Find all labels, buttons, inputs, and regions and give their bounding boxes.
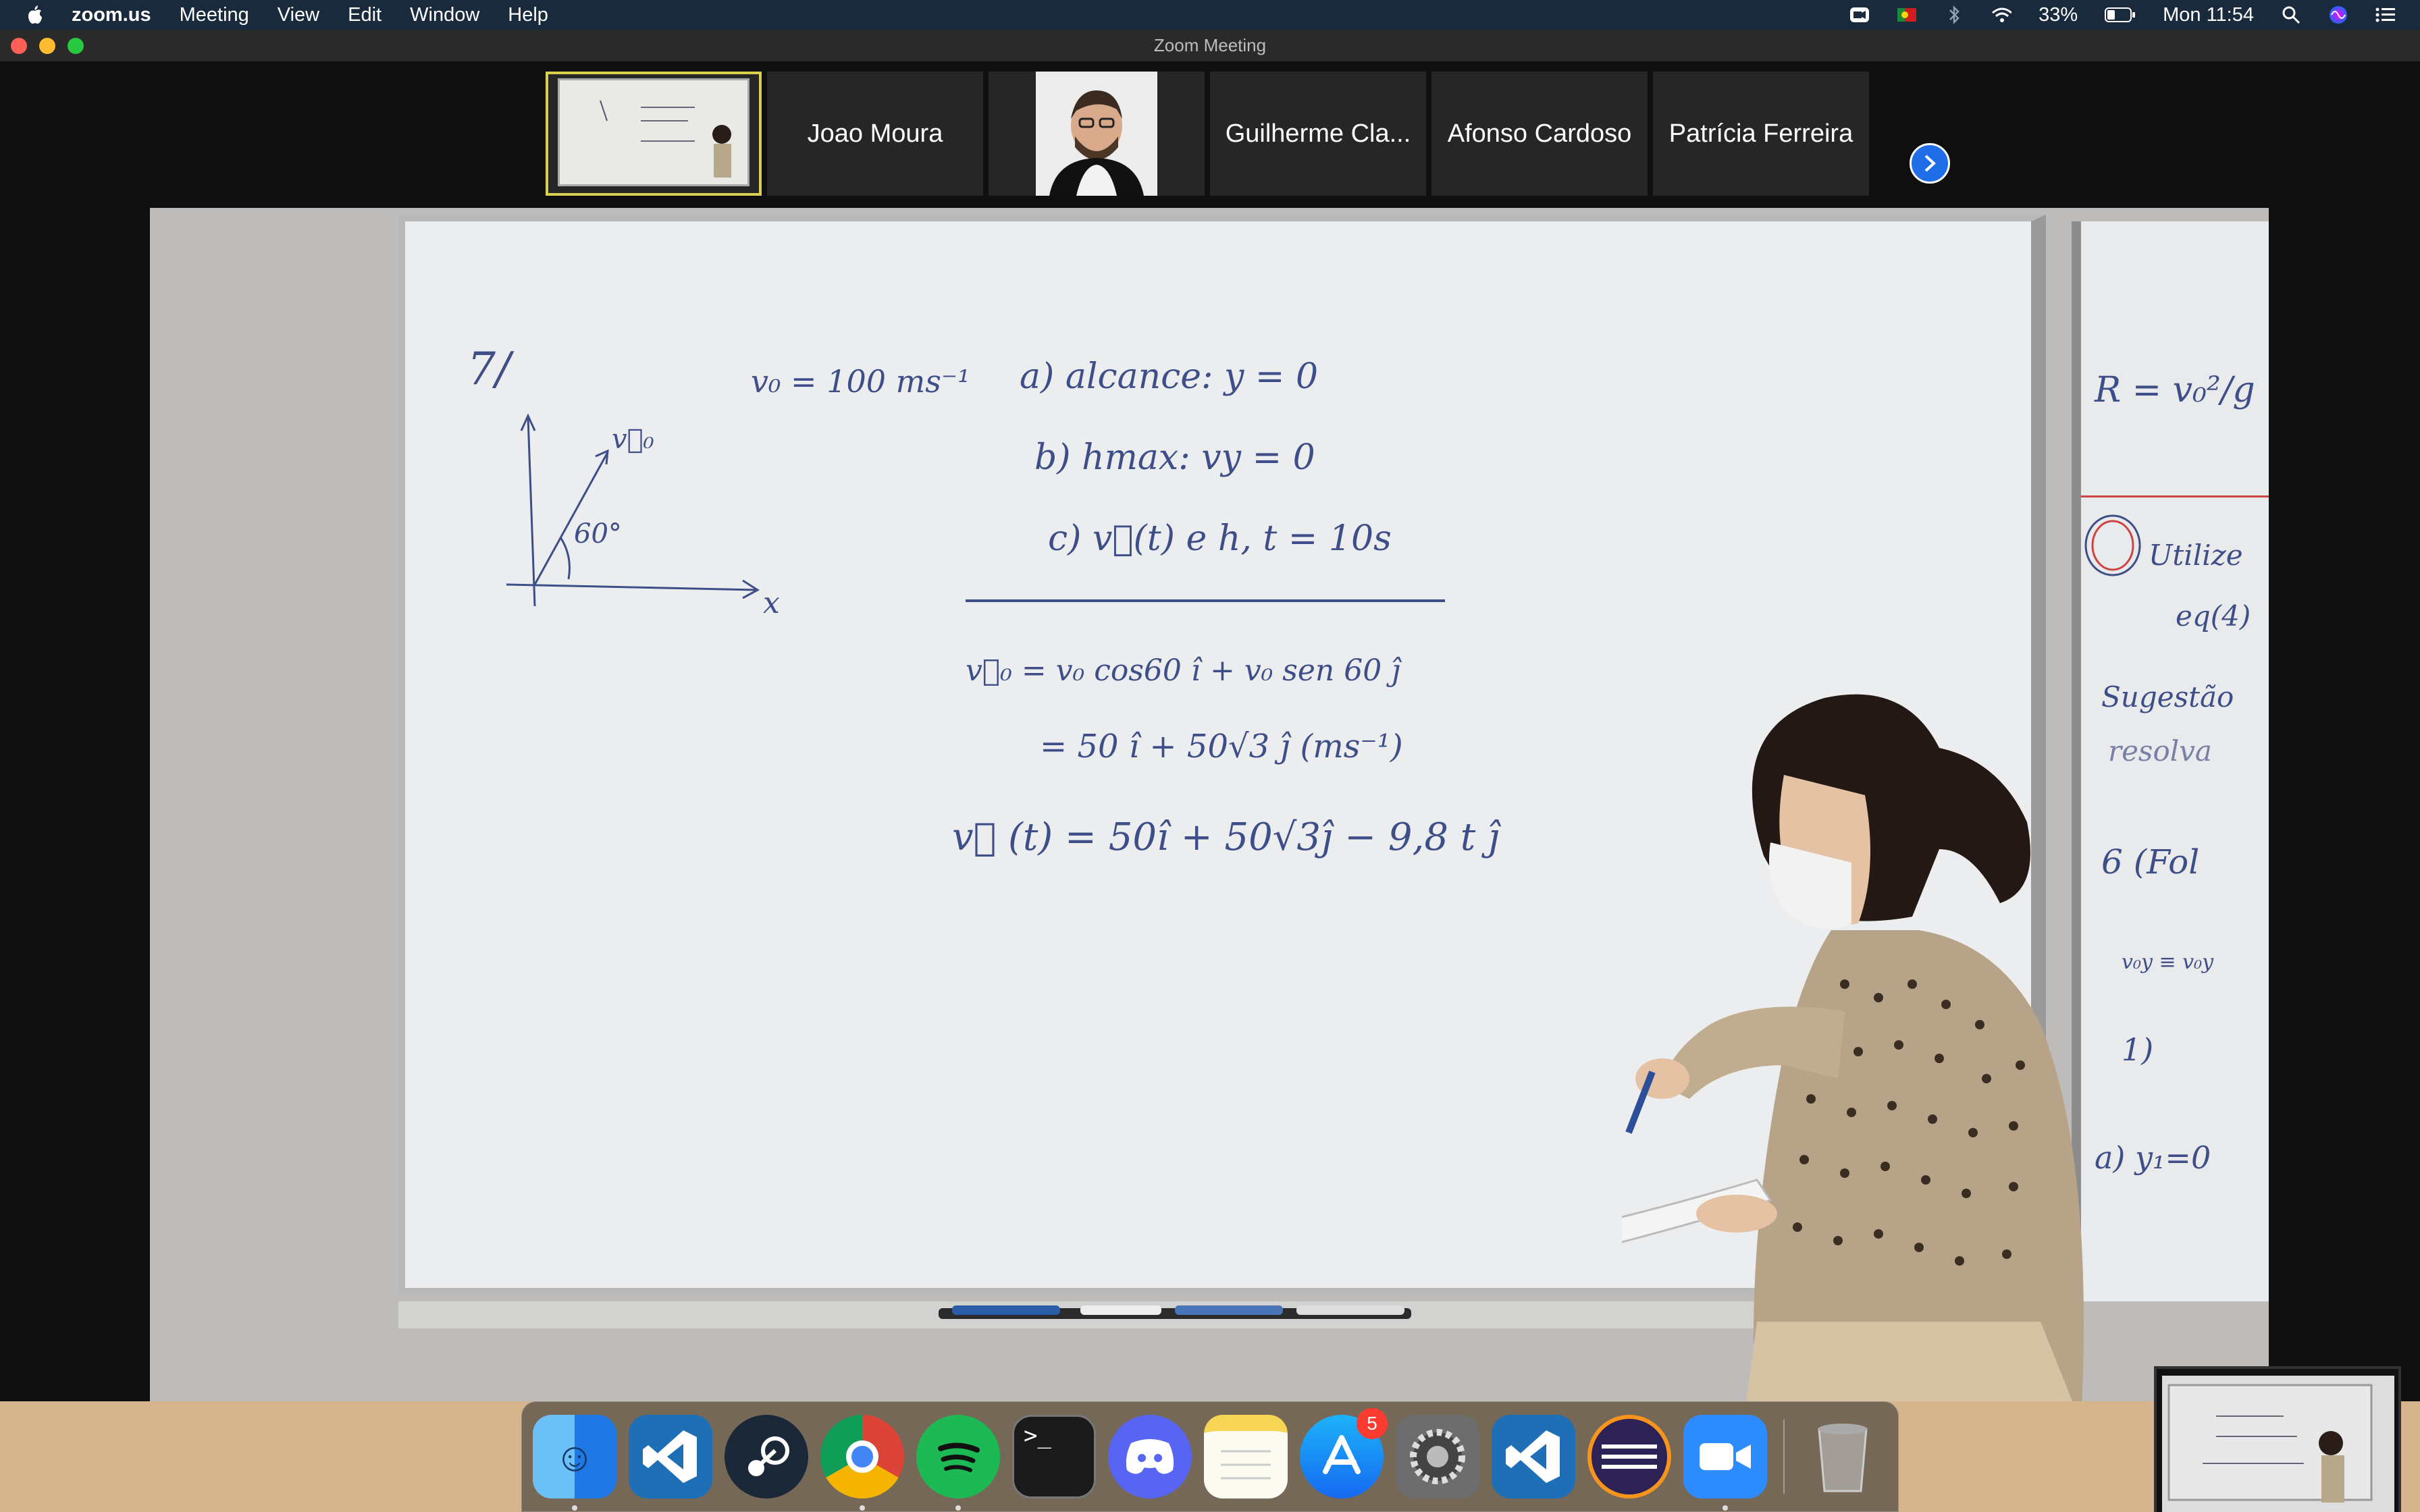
dock-app-vscode[interactable] <box>629 1415 712 1498</box>
siri-icon[interactable] <box>2328 5 2348 25</box>
notes-icon <box>1221 1450 1271 1480</box>
running-indicator <box>955 1505 961 1511</box>
dock-app-chrome[interactable] <box>820 1415 904 1511</box>
zoom-icon <box>1700 1443 1751 1470</box>
menu-window[interactable]: Window <box>410 4 479 26</box>
dock-app-discord[interactable] <box>1108 1415 1192 1498</box>
side-board-line-6: v₀y ≡ v₀y <box>2122 950 2214 974</box>
side-board-line-8: a) y₁=0 <box>2095 1139 2211 1176</box>
discord-icon <box>1126 1439 1174 1474</box>
spotlight-search-icon[interactable] <box>2281 5 2301 25</box>
dock-app-eclipse[interactable] <box>1587 1415 1671 1498</box>
side-board-line-1: Utilize <box>2149 539 2243 572</box>
notification-center-icon[interactable] <box>2375 5 2396 25</box>
dock-app-spotify[interactable] <box>916 1415 1000 1511</box>
board-equation-3: v⃗ (t) = 50î + 50√3ĵ − 9,8 t ĵ <box>952 815 1500 859</box>
dock-app-system-preferences[interactable] <box>1396 1415 1479 1498</box>
board-equation-2: = 50 î + 50√3 ĵ (ms⁻¹) <box>1040 728 1403 765</box>
dock-app-vscode-2[interactable] <box>1492 1415 1575 1498</box>
chevron-right-icon <box>1924 155 1936 172</box>
trash-icon <box>1818 1424 1868 1492</box>
dock-app-notes[interactable] <box>1204 1415 1288 1498</box>
participant-face-avatar <box>1036 72 1157 196</box>
menu-view[interactable]: View <box>278 4 319 26</box>
participant-strip: Joao Moura Guilherme Cla... Afonso Cardo… <box>546 72 1869 196</box>
bluetooth-icon[interactable] <box>1944 5 1964 25</box>
dock-app-appstore[interactable]: 5 <box>1300 1408 1388 1498</box>
board-divider <box>966 599 1445 602</box>
participant-tile[interactable]: Guilherme Cla... <box>1210 72 1426 196</box>
dock-trash[interactable] <box>1801 1415 1885 1498</box>
zoom-window: Zoom Meeting Joao Moura Guilherme Cla...… <box>0 30 2420 1512</box>
zoom-status-icon[interactable] <box>1849 5 1870 25</box>
board-vector-label: v⃗₀ <box>612 424 654 455</box>
participant-tile[interactable]: Afonso Cardoso <box>1431 72 1648 196</box>
teacher-figure <box>1622 694 2084 1401</box>
menu-bar: zoom.us Meeting View Edit Window Help 33… <box>0 0 2420 30</box>
side-board-circle-mark <box>2084 514 2141 576</box>
participant-tile[interactable]: Patrícia Ferreira <box>1653 72 1869 196</box>
apple-icon[interactable] <box>26 5 45 24</box>
battery-percent: 33% <box>2038 3 2078 26</box>
menu-help[interactable]: Help <box>508 4 548 26</box>
self-view-thumbnail <box>2162 1376 2394 1512</box>
steam-icon <box>748 1436 789 1476</box>
app-menu[interactable]: zoom.us <box>72 4 151 26</box>
terminal-icon: >_ <box>1024 1422 1051 1449</box>
dock: ☺ >_ 5 <box>521 1401 1899 1512</box>
board-angle: 60° <box>574 518 622 549</box>
participant-name: Joao Moura <box>807 119 943 148</box>
clock[interactable]: Mon 11:54 <box>2163 4 2254 26</box>
gear-icon <box>1410 1429 1465 1484</box>
app-store-icon <box>1323 1435 1361 1474</box>
dock-app-finder[interactable]: ☺ <box>533 1415 616 1511</box>
participant-name: Guilherme Cla... <box>1225 119 1411 148</box>
side-board-line-4: resolva <box>2108 734 2212 767</box>
board-part-c: c) v⃗(t) e h, t = 10s <box>1048 518 1392 559</box>
menu-edit[interactable]: Edit <box>348 4 382 26</box>
notification-badge: 5 <box>1357 1408 1388 1439</box>
side-board-line-7: 1) <box>2122 1031 2154 1068</box>
running-indicator <box>572 1505 577 1511</box>
dock-app-terminal[interactable]: >_ <box>1012 1415 1096 1498</box>
video-thumbnail <box>558 78 749 186</box>
side-board-red-line <box>2081 495 2269 497</box>
side-board-formula: R = v₀²/g <box>2095 370 2255 410</box>
vscode-icon <box>1506 1430 1560 1483</box>
board-axis-x: x <box>763 586 780 620</box>
board-part-a: a) alcance: y = 0 <box>1020 356 1319 397</box>
dock-app-steam[interactable] <box>725 1415 808 1498</box>
dock-separator <box>1783 1420 1785 1494</box>
spotify-icon <box>938 1442 980 1472</box>
board-v0: v₀ = 100 ms⁻¹ <box>751 363 970 400</box>
participant-name: Afonso Cardoso <box>1447 119 1632 148</box>
eclipse-icon <box>1602 1444 1657 1469</box>
self-view-video[interactable] <box>2154 1366 2401 1512</box>
dock-app-zoom[interactable] <box>1683 1415 1767 1511</box>
next-participants-button[interactable] <box>1910 143 1950 184</box>
active-speaker-video[interactable]: 7/ v₀ = 100 ms⁻¹ a) alcance: y = 0 b) hm… <box>150 208 2269 1401</box>
board-problem-number: 7/ <box>467 343 511 395</box>
flag-icon[interactable] <box>1897 5 1917 25</box>
window-titlebar: Zoom Meeting <box>0 30 2420 62</box>
side-board-line-3: Sugestão <box>2101 680 2234 713</box>
chrome-icon <box>846 1440 878 1473</box>
participant-tile[interactable]: Joao Moura <box>767 72 983 196</box>
board-part-b: b) hmax: vy = 0 <box>1034 437 1315 478</box>
running-indicator <box>1722 1505 1728 1511</box>
battery-icon[interactable] <box>2105 5 2136 25</box>
side-board-line-2: eq(4) <box>2176 599 2251 632</box>
vscode-icon <box>643 1430 697 1483</box>
board-equation-1: v⃗₀ = v₀ cos60 î + v₀ sen 60 ĵ <box>966 653 1400 688</box>
wifi-icon[interactable] <box>1991 5 2012 25</box>
participant-name: Patrícia Ferreira <box>1668 119 1853 148</box>
participant-tile-video[interactable] <box>546 72 762 196</box>
finder-icon: ☺ <box>554 1434 596 1480</box>
side-board-line-5: 6 (Fol <box>2101 842 2200 882</box>
participant-tile-video[interactable] <box>989 72 1205 196</box>
running-indicator <box>860 1505 865 1511</box>
menu-meeting[interactable]: Meeting <box>180 4 249 26</box>
window-title: Zoom Meeting <box>1153 35 1267 55</box>
